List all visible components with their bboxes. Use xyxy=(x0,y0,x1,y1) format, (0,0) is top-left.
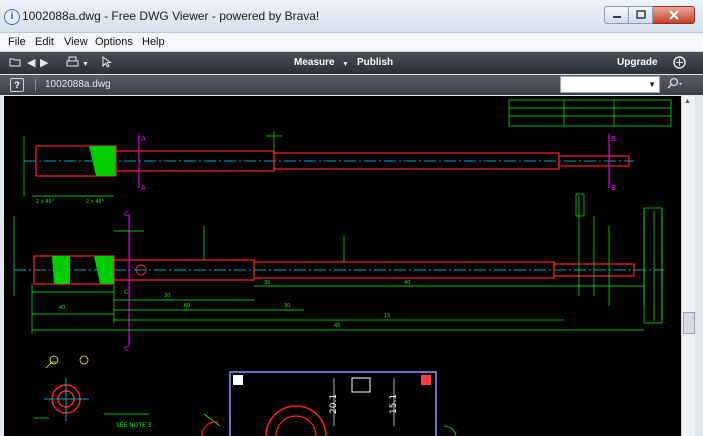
dim-label: 40 xyxy=(404,280,410,286)
scrollbar-thumb[interactable] xyxy=(683,312,695,334)
print-icon[interactable] xyxy=(66,56,79,72)
window-title: 1002088a.dwg - Free DWG Viewer - powered… xyxy=(22,9,320,23)
open-folder-icon[interactable] xyxy=(9,56,21,72)
section-label-a-bottom: A xyxy=(141,184,146,192)
dim-label: 60 xyxy=(184,303,190,309)
drawing-canvas[interactable]: A A B B C C C SEE NOTE 3 20.1 15.1 40 30… xyxy=(4,96,681,436)
divider xyxy=(35,79,36,91)
section-label-c-mid: C xyxy=(124,289,128,296)
search-dropdown-icon[interactable]: ▼ xyxy=(648,80,656,89)
print-dropdown-icon[interactable]: ▼ xyxy=(82,58,89,72)
section-label-c-bottom: C xyxy=(124,345,129,353)
minimize-button[interactable] xyxy=(604,6,629,24)
measure-button[interactable]: Measure xyxy=(294,57,335,68)
info-circle-icon: i xyxy=(4,9,20,25)
dim-label: 30 xyxy=(264,280,270,286)
dim-label-15-1: 15.1 xyxy=(389,394,399,414)
menu-view[interactable]: View xyxy=(64,36,88,48)
dim-label: 30 xyxy=(164,293,170,299)
select-cursor-icon[interactable] xyxy=(102,56,113,72)
section-label-c-top: C xyxy=(124,210,129,218)
search-icon[interactable] xyxy=(666,77,682,94)
menu-file[interactable]: File xyxy=(8,36,26,48)
top-shaft xyxy=(23,131,634,197)
dim-label: 30 xyxy=(284,303,290,309)
forward-arrow-icon[interactable]: ▶ xyxy=(40,56,48,70)
section-label-b-top: B xyxy=(611,135,616,143)
section-label-a-top: A xyxy=(141,135,146,143)
dim-label-20-1: 20.1 xyxy=(329,394,339,414)
dim-label: 40 xyxy=(59,305,65,311)
vertical-scrollbar[interactable]: ▲ xyxy=(681,96,696,436)
main-toolbar: ◀ ▶ ▼ Measure ▼ Publish Upgrade xyxy=(0,52,703,74)
cad-drawing: A A B B C C C SEE NOTE 3 20.1 15.1 40 30… xyxy=(13,99,672,436)
title-block xyxy=(508,99,672,127)
close-icon xyxy=(668,10,679,20)
publish-button[interactable]: Publish xyxy=(357,57,393,68)
upgrade-button[interactable]: Upgrade xyxy=(617,57,658,68)
brava-logo-icon[interactable] xyxy=(673,56,686,73)
scroll-up-icon[interactable]: ▲ xyxy=(684,98,691,105)
menu-options[interactable]: Options xyxy=(95,36,133,48)
maximize-button[interactable] xyxy=(629,6,653,24)
maximize-icon xyxy=(635,10,646,19)
chamfer-label: 2 x 45° xyxy=(36,199,55,205)
help-button[interactable]: ? xyxy=(10,78,24,92)
back-arrow-icon[interactable]: ◀ xyxy=(27,56,35,70)
section-label-b-bottom: B xyxy=(611,184,616,192)
window-title-bar: i 1002088a.dwg - Free DWG Viewer - power… xyxy=(0,0,703,33)
measure-dropdown-icon[interactable]: ▼ xyxy=(342,58,349,72)
window-border xyxy=(695,96,703,436)
menu-help[interactable]: Help xyxy=(142,36,165,48)
search-input[interactable]: ▼ xyxy=(560,76,660,93)
menu-edit[interactable]: Edit xyxy=(35,36,54,48)
chamfer-label: 2 x 45° xyxy=(86,199,105,205)
menu-bar: File Edit View Options Help xyxy=(0,33,703,52)
document-name: 1002088a.dwg xyxy=(45,79,111,90)
window-controls xyxy=(604,6,695,24)
dim-label: 45 xyxy=(334,323,340,329)
minimize-icon xyxy=(612,16,621,18)
note-label: SEE NOTE 3 xyxy=(116,422,152,429)
close-button[interactable] xyxy=(653,6,695,24)
section-detail xyxy=(34,355,149,421)
dim-label: 15 xyxy=(384,313,390,319)
